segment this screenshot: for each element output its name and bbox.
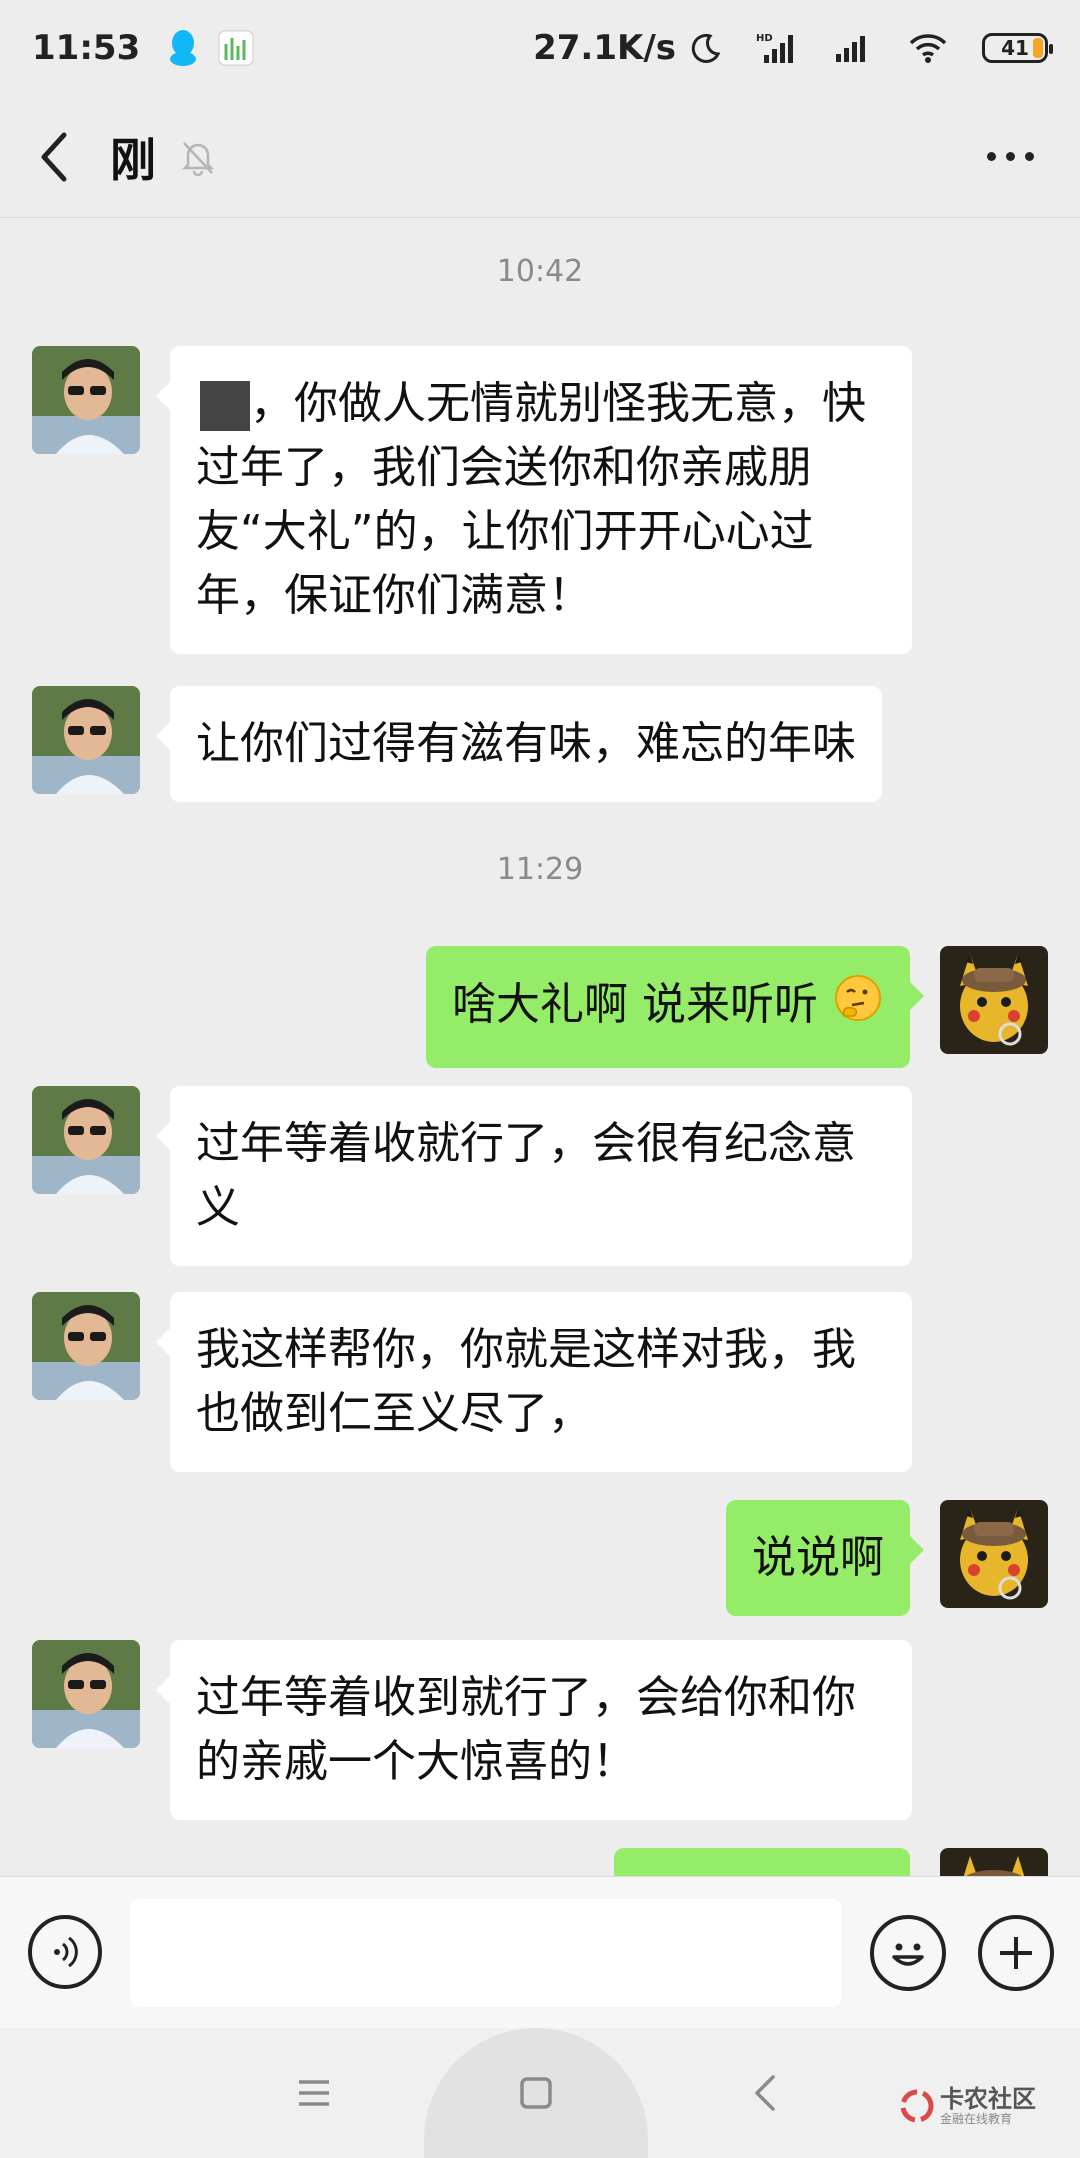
chat-header: 刚 bbox=[0, 96, 1080, 218]
message-text: ，你做人无情就别怪我无意，快过年了，我们会送你和你亲戚朋友“大礼”的，让你们开开… bbox=[196, 378, 866, 621]
voice-input-button[interactable] bbox=[28, 1915, 102, 1989]
my-avatar[interactable] bbox=[940, 1500, 1048, 1608]
message-bubble-outgoing-partial[interactable] bbox=[614, 1848, 910, 1876]
voice-icon bbox=[54, 1936, 78, 1968]
plus-icon bbox=[1000, 1937, 1032, 1969]
more-functions-button[interactable] bbox=[978, 1915, 1054, 1991]
emoji-button[interactable] bbox=[870, 1915, 946, 1991]
status-bar: 11:53 27.1K/s HD 41 bbox=[0, 0, 1080, 96]
message-bubble-incoming[interactable]: ，你做人无情就别怪我无意，快过年了，我们会送你和你亲戚朋友“大礼”的，让你们开开… bbox=[156, 346, 912, 654]
watermark-title: 卡农社区 bbox=[940, 2085, 1036, 2113]
watermark-subtitle: 金融在线教育 bbox=[940, 2112, 1013, 2126]
input-bar bbox=[0, 1876, 1080, 2028]
contact-avatar[interactable] bbox=[32, 686, 140, 794]
chevron-left-icon bbox=[41, 132, 67, 181]
dot-icon bbox=[1005, 152, 1015, 161]
mute-bell-icon bbox=[178, 137, 218, 177]
app-notification-icon bbox=[218, 30, 254, 66]
my-avatar[interactable] bbox=[940, 946, 1048, 1054]
status-right: 27.1K/s HD 41 bbox=[533, 28, 1053, 68]
chat-title: 刚 bbox=[110, 132, 156, 187]
wifi-icon bbox=[908, 32, 948, 64]
signal-icon bbox=[834, 32, 874, 64]
dot-icon bbox=[1024, 152, 1034, 161]
message-bubble-incoming[interactable]: 过年等着收就行了，会很有纪念意义 bbox=[156, 1086, 912, 1266]
message-text: 让你们过得有滋有味，难忘的年味 bbox=[196, 718, 856, 769]
status-time: 11:53 bbox=[32, 28, 141, 68]
thinking-face-emoji-icon bbox=[832, 972, 884, 1042]
chevron-left-icon bbox=[755, 2075, 775, 2111]
svg-text:HD: HD bbox=[756, 33, 773, 44]
menu-icon bbox=[299, 2080, 329, 2106]
message-bubble-incoming[interactable]: 我这样帮你，你就是这样对我，我也做到仁至义尽了， bbox=[156, 1292, 912, 1472]
qq-icon bbox=[168, 29, 198, 67]
battery-level: 41 bbox=[1001, 36, 1029, 60]
message-bubble-outgoing[interactable]: 啥大礼啊 说来听听 bbox=[426, 946, 924, 1068]
more-options-button[interactable] bbox=[970, 117, 1050, 197]
message-timestamp: 11:29 bbox=[496, 852, 584, 887]
message-bubble-incoming[interactable]: 过年等着收到就行了，会给你和你的亲戚一个大惊喜的！ bbox=[156, 1640, 912, 1820]
message-text: 过年等着收就行了，会很有纪念意义 bbox=[196, 1118, 856, 1233]
contact-avatar[interactable] bbox=[32, 1640, 140, 1748]
moon-icon bbox=[690, 32, 722, 64]
watermark-logo-icon bbox=[900, 2089, 934, 2123]
message-text: 过年等着收到就行了，会给你和你的亲戚一个大惊喜的！ bbox=[196, 1672, 856, 1787]
contact-avatar[interactable] bbox=[32, 1292, 140, 1400]
message-text: 说说啊 bbox=[752, 1532, 884, 1583]
message-input[interactable] bbox=[130, 1899, 842, 2007]
message-text: 我这样帮你，你就是这样对我，我也做到仁至义尽了， bbox=[196, 1324, 856, 1439]
net-speed: 27.1K/s bbox=[533, 28, 676, 68]
smiley-icon bbox=[892, 1943, 924, 1966]
battery-fill bbox=[1033, 38, 1043, 58]
back-button[interactable] bbox=[4, 107, 104, 207]
square-icon bbox=[520, 2077, 552, 2109]
contact-avatar[interactable] bbox=[32, 346, 140, 454]
contact-avatar[interactable] bbox=[32, 1086, 140, 1194]
home-button[interactable] bbox=[424, 2028, 648, 2158]
message-bubble-outgoing[interactable]: 说说啊 bbox=[726, 1500, 924, 1616]
message-list[interactable]: 10:42 ，你做人无情就别怪我无意，快过年了，我们会送你和你亲戚朋友“大礼”的… bbox=[0, 218, 1080, 1876]
message-timestamp: 10:42 bbox=[496, 254, 584, 289]
dot-icon bbox=[986, 152, 996, 161]
redacted-block bbox=[200, 381, 250, 431]
battery-icon: 41 bbox=[982, 33, 1053, 63]
message-bubble-incoming[interactable]: 让你们过得有滋有味，难忘的年味 bbox=[156, 686, 882, 802]
message-text: 啥大礼啊 说来听听 bbox=[452, 979, 818, 1030]
system-nav-bar: 卡农社区 金融在线教育 bbox=[0, 2028, 1080, 2158]
watermark: 卡农社区 金融在线教育 bbox=[900, 2086, 1036, 2126]
system-back-button[interactable] bbox=[740, 2068, 790, 2118]
recent-apps-button[interactable] bbox=[284, 2068, 344, 2118]
hd-signal-icon: HD bbox=[756, 31, 800, 65]
my-avatar[interactable] bbox=[940, 1848, 1048, 1876]
